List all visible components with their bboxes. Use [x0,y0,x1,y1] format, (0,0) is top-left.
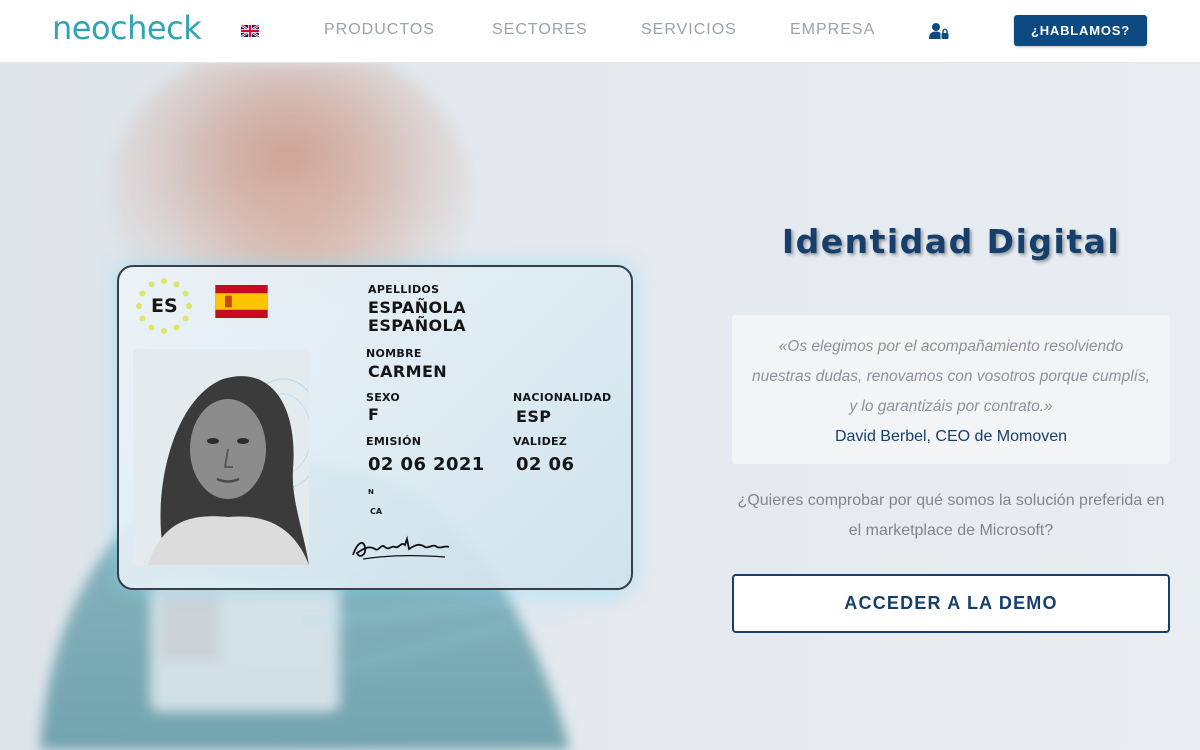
issue-label: EMISIÓN [366,435,422,448]
testimonial-author: David Berbel, CEO de Momoven [834,428,1068,445]
nationality-label: NACIONALIDAD [513,391,612,404]
nav-servicios[interactable]: SERVICIOS [641,20,737,40]
id-portrait-photo [133,349,309,565]
access-demo-button[interactable]: ACCEDER A LA DEMO [732,574,1170,633]
spain-flag-icon [215,285,268,318]
sex-value: F [368,405,380,424]
user-lock-icon[interactable] [929,22,949,40]
microsoft-marketplace-question: ¿Quieres comprobar por qué somos la solu… [737,492,1165,539]
testimonial-box: «Os elegimos por el acompañamiento resol… [732,315,1170,464]
sex-label: SEXO [366,391,401,404]
card-extra-1: N [368,488,374,496]
valid-label: VALIDEZ [513,435,568,448]
card-country-code: ES [151,295,178,317]
logo-text[interactable]: neocheck [52,9,202,47]
site-header: neocheck PRODUCTOS SECTORES SERVICIOS EM… [0,0,1200,63]
surname-value-2: ESPAÑOLA [368,316,466,335]
surname-value-1: ESPAÑOLA [368,298,466,317]
nav-sectores[interactable]: SECTORES [492,20,588,40]
nav-empresa[interactable]: EMPRESA [790,20,875,40]
name-label: NOMBRE [366,347,422,360]
name-value: CARMEN [368,362,448,381]
valid-date-value: 02 06 [516,454,575,475]
surname-label: APELLIDOS [368,283,440,296]
signature-image [352,535,450,560]
nationality-value: ESP [516,407,552,426]
hero-title: Identidad Digital [781,222,1121,261]
hablamos-button[interactable]: ¿HABLAMOS? [1014,15,1147,46]
testimonial-quote: «Os elegimos por el acompañamiento resol… [751,338,1151,415]
issue-date-value: 02 06 2021 [368,454,485,475]
uk-flag-icon[interactable] [241,25,259,37]
card-extra-2: CA [370,507,383,516]
id-card-illustration: ES APELLIDOS ESPAÑOLA ESPAÑOLA NOMBRE CA… [117,265,633,590]
neocheck-logo[interactable]: neocheck [52,9,202,47]
nav-productos[interactable]: PRODUCTOS [324,20,435,40]
